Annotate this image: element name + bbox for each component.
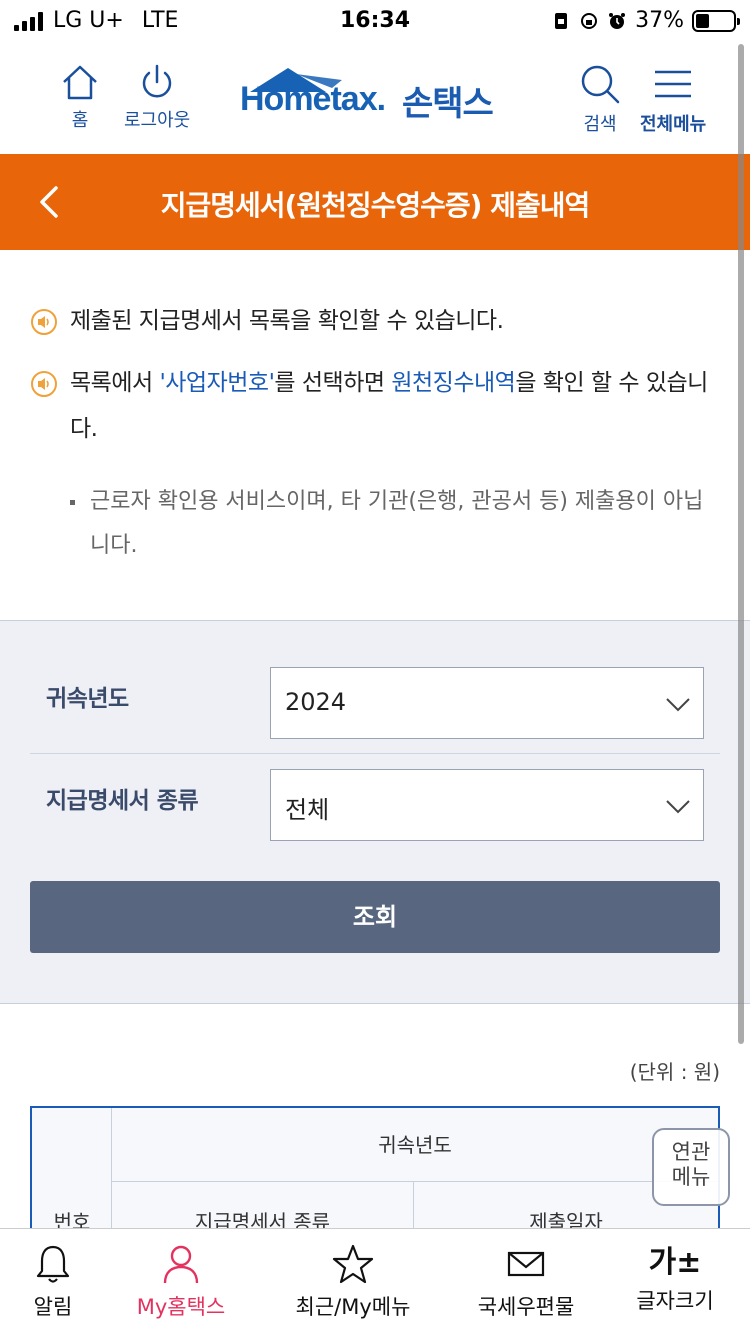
hometax-logo[interactable]: Hometax. 손택스 [240, 66, 515, 136]
logout-label: 로그아웃 [124, 110, 191, 131]
chevron-down-icon [666, 800, 690, 814]
status-bar: LG U+ LTE 16:34 37% [0, 0, 750, 44]
tab-recent-menu[interactable]: 최근/My메뉴 [278, 1243, 428, 1321]
search-button[interactable]: 검색 [578, 62, 622, 136]
related-menu-button[interactable]: 연관 메뉴 [652, 1128, 730, 1206]
year-label: 귀속년도 [46, 686, 129, 712]
tab-label: 국세우편물 [477, 1295, 575, 1319]
tab-label: 글자크기 [636, 1289, 714, 1313]
logout-button[interactable]: 로그아웃 [124, 62, 190, 132]
notice-1-text: 제출된 지급명세서 목록을 확인할 수 있습니다. [70, 308, 504, 334]
year-select[interactable]: 2024 [270, 667, 704, 739]
year-row: 귀속년도 2024 [30, 651, 720, 751]
kind-value: 전체 [285, 796, 330, 824]
bell-icon [36, 1245, 70, 1283]
tab-font-size[interactable]: 가± 글자크기 [600, 1243, 750, 1315]
scrollbar[interactable] [738, 44, 744, 1044]
tab-label: My홈택스 [136, 1295, 226, 1319]
notice-2-pre: 목록에서 [70, 370, 160, 396]
logo-kr-text: 손택스 [402, 84, 494, 124]
star-icon [332, 1244, 374, 1284]
mail-icon [507, 1251, 545, 1277]
business-number-link: '사업자번호' [159, 370, 275, 396]
search-label: 검색 [583, 114, 617, 135]
battery-icon [692, 9, 740, 32]
search-submit-button[interactable]: 조회 [30, 881, 720, 953]
tab-my-hometax[interactable]: My홈택스 [106, 1243, 256, 1321]
notice-2-mid: 를 선택하면 [274, 370, 392, 396]
alarm-icon [609, 12, 626, 29]
col-header-year: 귀속년도 [112, 1108, 718, 1182]
app-header: 홈 로그아웃 Hometax. 손택스 검색 전체메뉴 [0, 44, 750, 154]
tab-label: 알림 [33, 1295, 73, 1319]
speaker-icon [31, 371, 57, 397]
status-right: 37% [551, 8, 740, 33]
kind-label: 지급명세서 종류 [46, 788, 199, 814]
tab-label: 최근/My메뉴 [295, 1295, 411, 1319]
bottom-tab-bar: 알림 My홈택스 최근/My메뉴 국세우편물 가± 글자크기 [0, 1228, 750, 1334]
search-panel: 귀속년도 2024 지급명세서 종류 전체 조회 [0, 620, 750, 1004]
withholding-details-link: 원천징수내역 [391, 370, 516, 396]
person-icon [163, 1245, 199, 1284]
related-menu-line1: 연관 [671, 1140, 711, 1164]
home-label: 홈 [71, 110, 89, 131]
unit-label: (단위 : 원) [629, 1060, 720, 1084]
info-section: 제출된 지급명세서 목록을 확인할 수 있습니다. 목록에서 '사업자번호'를 … [0, 250, 750, 620]
page-title: 지급명세서(원천징수영수증) 제출내역 [160, 189, 591, 222]
chevron-down-icon [666, 698, 690, 712]
notice-2: 목록에서 '사업자번호'를 선택하면 원천징수내역을 확인 할 수 있습니다. [30, 360, 730, 452]
logo-text: Hometax. [240, 80, 386, 118]
home-button[interactable]: 홈 [60, 62, 100, 132]
page-title-bar: 지급명세서(원천징수영수증) 제출내역 [0, 154, 750, 250]
kind-select[interactable]: 전체 [270, 769, 704, 841]
hamburger-icon [655, 70, 692, 98]
rotation-lock-icon [581, 12, 598, 29]
battery-percent: 37% [635, 8, 684, 33]
search-icon [581, 65, 620, 104]
all-menu-button[interactable]: 전체메뉴 [640, 62, 706, 136]
screen-lock-icon [555, 12, 568, 29]
notice-1: 제출된 지급명세서 목록을 확인할 수 있습니다. [30, 298, 730, 344]
all-menu-label: 전체메뉴 [640, 114, 707, 135]
related-menu-line2: 메뉴 [671, 1165, 711, 1189]
kind-row: 지급명세서 종류 전체 [30, 753, 720, 853]
speaker-icon [31, 309, 57, 335]
home-icon [63, 65, 97, 100]
tab-tax-mail[interactable]: 국세우편물 [451, 1243, 601, 1321]
battery-level [696, 13, 710, 28]
font-size-icon: 가± [648, 1245, 702, 1280]
power-icon [142, 64, 172, 98]
sub-notice: 근로자 확인용 서비스이며, 타 기관(은행, 관공서 등) 제출용이 아닙니다… [70, 480, 720, 568]
year-value: 2024 [285, 688, 347, 716]
